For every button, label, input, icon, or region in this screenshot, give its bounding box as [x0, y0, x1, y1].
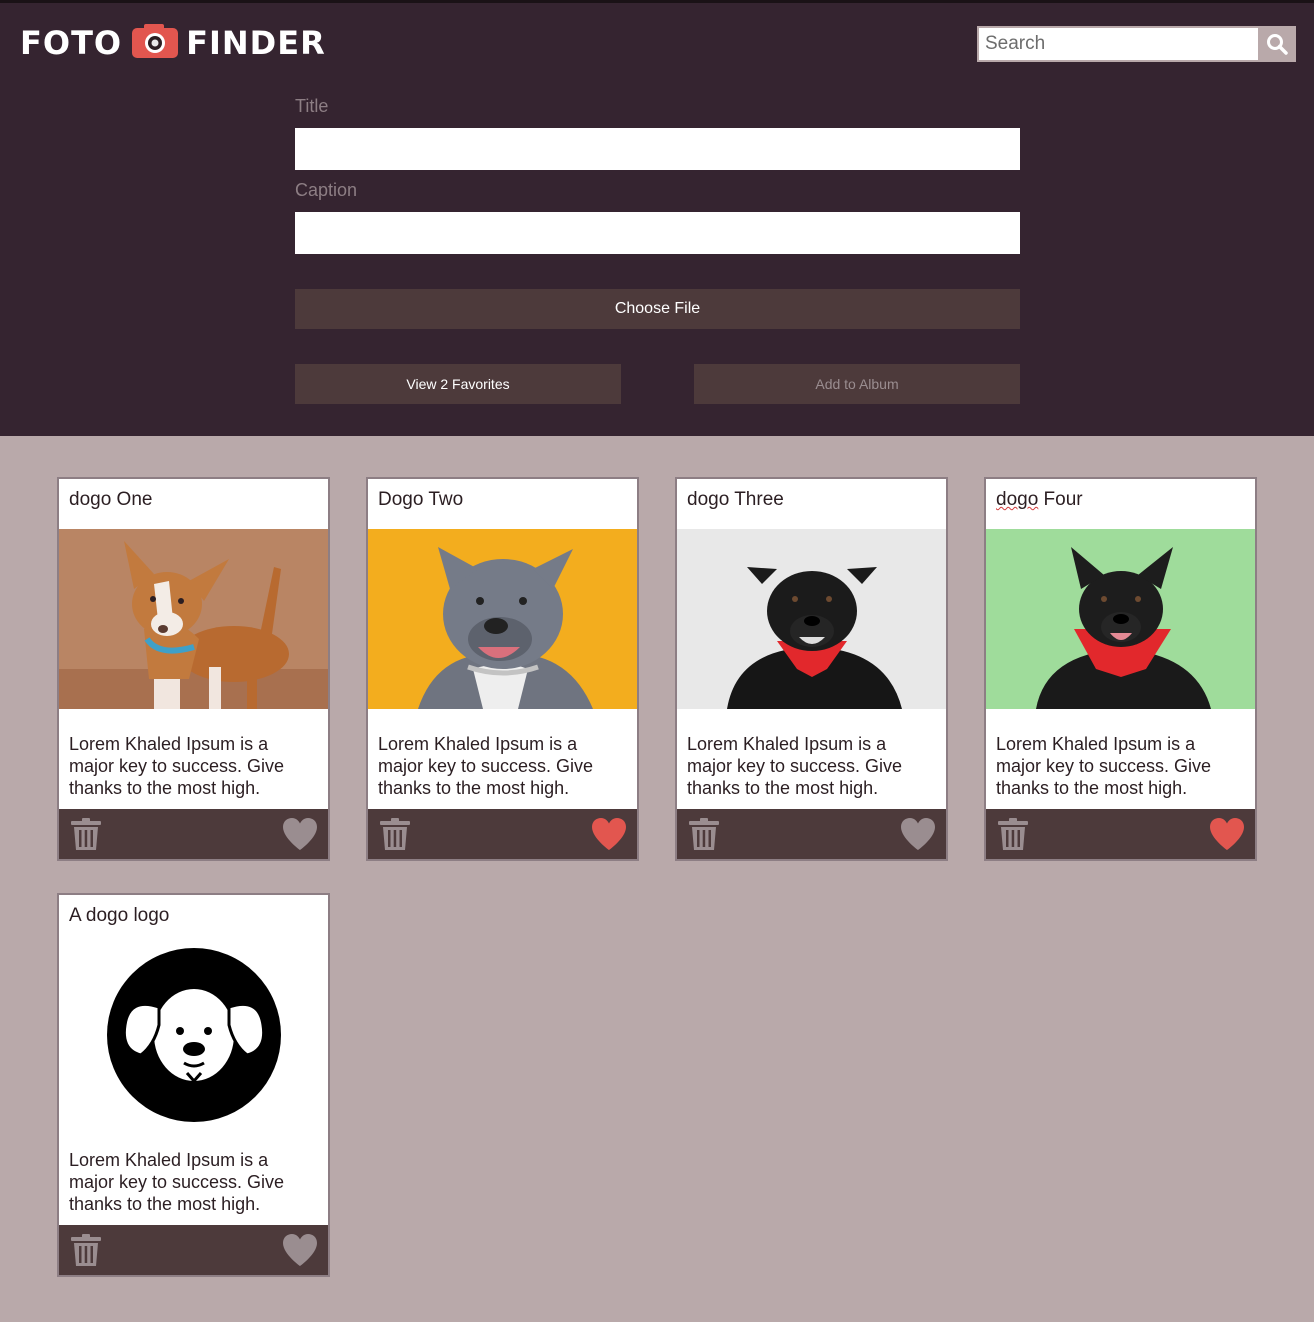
photo-card: dogo One Lorem Khaled Ipsum is a major k…: [57, 477, 330, 861]
card-title[interactable]: dogo Four: [986, 479, 1255, 529]
card-footer: [368, 809, 637, 859]
photo-card: dogo Four Lorem Khaled Ipsum is a major …: [984, 477, 1257, 861]
caption-label: Caption: [295, 180, 358, 200]
trash-icon[interactable]: [996, 817, 1030, 851]
card-photo-dog-two: [368, 529, 637, 709]
caption-input[interactable]: [295, 212, 1020, 254]
trash-icon[interactable]: [378, 817, 412, 851]
search-button[interactable]: [1258, 26, 1296, 62]
logo-text-finder: FINDER: [186, 24, 326, 62]
card-caption[interactable]: Lorem Khaled Ipsum is a major key to suc…: [59, 709, 328, 809]
card-title[interactable]: dogo One: [59, 479, 328, 529]
card-photo-dogo-logo: [59, 945, 328, 1125]
camera-icon: [132, 23, 179, 63]
heart-icon[interactable]: [282, 817, 318, 851]
card-title[interactable]: A dogo logo: [59, 895, 328, 945]
title-input[interactable]: [295, 128, 1020, 170]
card-title-text: dogo One: [69, 489, 153, 510]
logo-text-foto: FOTO: [20, 24, 123, 62]
photo-card: dogo Three Lorem Khaled Ipsum is a major…: [675, 477, 948, 861]
heart-icon[interactable]: [282, 1233, 318, 1267]
card-footer: [59, 809, 328, 859]
search-input[interactable]: [977, 26, 1258, 62]
card-photo-dog-one: [59, 529, 328, 709]
card-title-text: A dogo logo: [69, 905, 170, 926]
app-logo: FOTO FINDER: [20, 23, 326, 63]
card-title[interactable]: Dogo Two: [368, 479, 637, 529]
search-icon: [1267, 34, 1288, 55]
card-footer: [986, 809, 1255, 859]
card-footer: [59, 1225, 328, 1275]
card-title-text-end: Four: [1038, 489, 1083, 510]
photo-card: A dogo logo Lorem Khaled Ipsum is a majo…: [57, 893, 330, 1277]
trash-icon[interactable]: [69, 817, 103, 851]
heart-icon[interactable]: [1209, 817, 1245, 851]
title-label: Title: [295, 96, 329, 116]
card-title-text: dogo Three: [687, 489, 784, 510]
card-caption[interactable]: Lorem Khaled Ipsum is a major key to suc…: [59, 1125, 328, 1225]
trash-icon[interactable]: [687, 817, 721, 851]
add-to-album-button[interactable]: Add to Album: [694, 364, 1020, 404]
card-caption[interactable]: Lorem Khaled Ipsum is a major key to suc…: [368, 709, 637, 809]
photo-card: Dogo Two Lorem Khaled Ipsum is a major k…: [366, 477, 639, 861]
heart-icon[interactable]: [591, 817, 627, 851]
view-favorites-button[interactable]: View 2 Favorites: [295, 364, 621, 404]
card-title-text: Dogo Two: [378, 489, 464, 510]
card-title-text: dogo: [996, 489, 1039, 510]
header: FOTO FINDER Title Caption Choose File Vi…: [0, 0, 1314, 436]
choose-file-button[interactable]: Choose File: [295, 289, 1020, 329]
search-bar: [977, 26, 1296, 62]
card-caption[interactable]: Lorem Khaled Ipsum is a major key to suc…: [677, 709, 946, 809]
card-footer: [677, 809, 946, 859]
card-photo-dog-three: [677, 529, 946, 709]
card-title[interactable]: dogo Three: [677, 479, 946, 529]
card-photo-dog-four: [986, 529, 1255, 709]
card-caption[interactable]: Lorem Khaled Ipsum is a major key to suc…: [986, 709, 1255, 809]
trash-icon[interactable]: [69, 1233, 103, 1267]
heart-icon[interactable]: [900, 817, 936, 851]
